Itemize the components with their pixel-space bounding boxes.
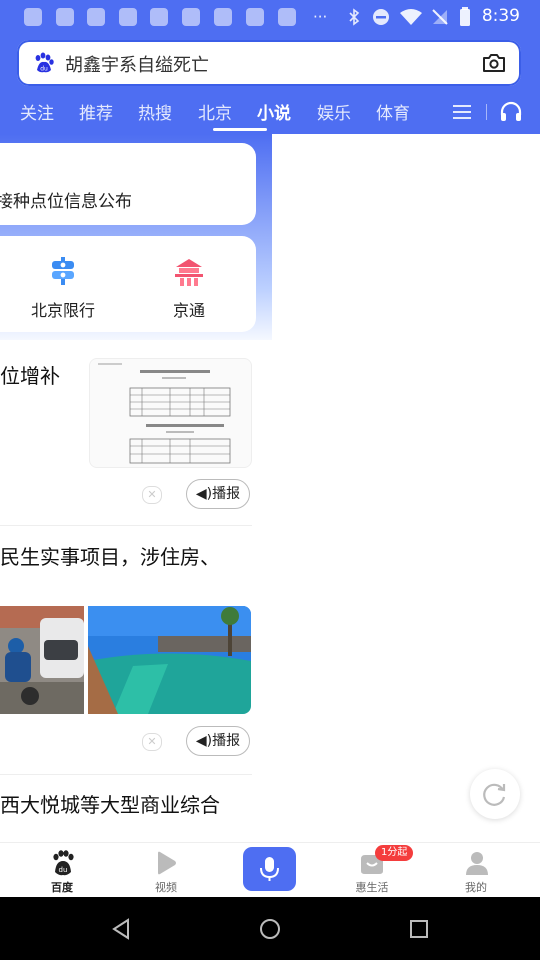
active-tab-indicator [213,128,267,131]
tab-beijing[interactable]: 北京 [198,99,232,124]
mic-icon [260,857,279,881]
dislike-icon[interactable]: ✕ [142,733,162,751]
baidu-paw-icon [87,8,105,26]
document-thumbnail[interactable] [89,358,252,468]
broadcast-button[interactable]: ◀)播报 [186,479,250,509]
tab-follow[interactable]: 关注 [20,99,54,124]
search-input[interactable]: 胡鑫宇系自缢死亡 [65,51,209,77]
camera-icon[interactable] [481,51,507,75]
vaccination-info-card[interactable]: 接种点位信息公布 [0,143,256,225]
voice-search-button[interactable] [243,847,296,891]
header: du 胡鑫宇系自缢死亡 关注 推荐 热搜 北京 小说 娱乐 体育 [0,34,540,134]
tab-novel[interactable]: 小说 [257,99,291,124]
street-work-image [0,606,84,714]
document-image [90,359,251,467]
nav-baidu[interactable]: du 百度 [12,843,112,898]
video-icon [158,851,176,875]
broadcast-label: 播报 [212,486,241,502]
refresh-icon [483,783,506,806]
baidu-paw-icon [56,8,74,26]
nav-label: 惠生活 [355,881,389,894]
speaker-icon: ◀) [195,733,213,749]
dislike-icon[interactable]: ✕ [142,486,162,504]
wifi-icon [400,9,422,25]
nav-mine[interactable]: 我的 [426,843,526,898]
baidu-paw-icon [214,8,232,26]
search-bar[interactable]: du 胡鑫宇系自缢死亡 [17,40,521,86]
baidu-paw-icon [278,8,296,26]
more-notifications-icon: ··· [313,8,328,26]
jingtong-label[interactable]: 京通 [173,297,205,321]
worker-photo[interactable] [0,606,84,714]
svg-text:du: du [40,66,48,73]
battery-icon [460,7,470,26]
baidu-paw-icon [182,8,200,26]
broadcast-label: 播报 [212,733,241,749]
baidu-icon: du [53,850,74,876]
divider [486,104,487,120]
svg-text:du: du [59,866,68,874]
nav-video[interactable]: 视频 [116,843,216,898]
temple-icon [175,259,203,286]
baidu-paw-icon [119,8,137,26]
news-title[interactable]: 位增补 [0,360,60,389]
tab-recommend[interactable]: 推荐 [79,99,113,124]
person-icon [466,852,488,875]
beijing-traffic-restriction-label[interactable]: 北京限行 [31,297,95,321]
tab-sports[interactable]: 体育 [376,99,410,124]
traffic-light-icon [52,257,74,285]
refresh-button[interactable] [470,769,520,819]
card-text: 接种点位信息公布 [0,192,132,212]
baidu-logo-icon: du [35,52,54,73]
baidu-paw-icon [24,8,42,26]
recents-icon[interactable] [409,919,429,939]
news-title[interactable]: 西大悦城等大型商业综合 [0,789,220,818]
system-nav-bar [0,897,540,960]
tab-entertainment[interactable]: 娱乐 [317,99,351,124]
status-bar: ··· 8:39 [0,0,540,34]
channel-tabs: 关注 推荐 热搜 北京 小说 娱乐 体育 [0,94,540,134]
nav-label: 我的 [465,881,487,894]
nav-label: 百度 [51,881,73,894]
tab-hot[interactable]: 热搜 [138,99,172,124]
baidu-paw-icon [150,8,168,26]
menu-icon[interactable] [452,104,472,120]
no-signal-icon [432,9,448,25]
divider [0,525,252,526]
baidu-paw-icon [246,8,264,26]
river-photo[interactable] [88,606,251,714]
promo-badge: 1分起 [375,845,414,861]
broadcast-button[interactable]: ◀)播报 [186,726,250,756]
do-not-disturb-icon [373,9,389,25]
home-icon[interactable] [259,918,281,940]
back-icon[interactable] [110,918,132,940]
bluetooth-icon [349,8,360,26]
divider [0,774,252,775]
news-title[interactable]: 民生实事项目，涉住房、 [0,541,220,570]
clock: 8:39 [481,6,520,26]
headphone-icon[interactable] [499,100,523,124]
services-card: 北京限行 京通 [0,236,256,332]
speaker-icon: ◀) [195,486,213,502]
bottom-nav: du 百度 视频 惠生活 1分起 我的 [0,842,540,898]
river-image [88,606,251,714]
nav-label: 视频 [155,881,177,894]
